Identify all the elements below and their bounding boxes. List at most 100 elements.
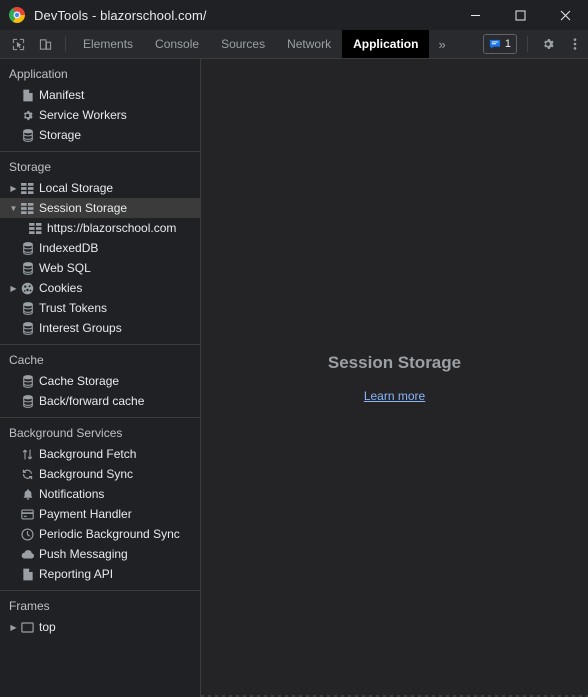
chrome-logo-icon xyxy=(9,7,25,23)
sidebar-section-title: Storage xyxy=(9,160,52,174)
database-icon xyxy=(19,394,36,408)
sidebar-item-label: Trust Tokens xyxy=(39,301,108,315)
tab-application[interactable]: Application xyxy=(342,30,430,58)
sidebar-item-https-blazorschool-com[interactable]: https://blazorschool.com xyxy=(0,218,200,238)
sidebar-item-top[interactable]: ▶ top xyxy=(0,617,200,637)
title-bar: DevTools - blazorschool.com/ xyxy=(0,0,588,30)
arrow-spacer xyxy=(8,530,19,539)
document-icon xyxy=(19,89,36,102)
database-icon xyxy=(19,321,36,335)
sidebar-item-background-sync[interactable]: Background Sync xyxy=(0,464,200,484)
database-icon xyxy=(19,241,36,255)
sidebar-item-payment-handler[interactable]: Payment Handler xyxy=(0,504,200,524)
table-grid-icon xyxy=(19,202,36,214)
sidebar-item-label: Payment Handler xyxy=(39,507,132,521)
sidebar-item-indexeddb[interactable]: IndexedDB xyxy=(0,238,200,258)
sidebar-item-label: Reporting API xyxy=(39,567,114,581)
sidebar-item-manifest[interactable]: Manifest xyxy=(0,85,200,105)
message-bubble-icon xyxy=(489,38,501,50)
arrow-spacer xyxy=(8,377,19,386)
arrow-spacer xyxy=(8,397,19,406)
sidebar-item-label: Web SQL xyxy=(39,261,91,275)
sidebar-item-label: https://blazorschool.com xyxy=(47,221,177,235)
database-icon xyxy=(19,374,36,388)
sidebar-item-storage[interactable]: Storage xyxy=(0,125,200,145)
database-icon xyxy=(19,301,36,315)
sidebar-item-push-messaging[interactable]: Push Messaging xyxy=(0,544,200,564)
sidebar-item-label: top xyxy=(39,620,56,634)
arrow-spacer xyxy=(8,570,19,579)
tab-console[interactable]: Console xyxy=(144,30,210,58)
sidebar-item-local-storage[interactable]: ▶ Local Storage xyxy=(0,178,200,198)
sidebar-item-notifications[interactable]: Notifications xyxy=(0,484,200,504)
sidebar-item-cache-storage[interactable]: Cache Storage xyxy=(0,371,200,391)
more-tabs-icon[interactable]: » xyxy=(429,30,454,58)
sidebar-item-reporting-api[interactable]: Reporting API xyxy=(0,564,200,584)
sidebar-item-trust-tokens[interactable]: Trust Tokens xyxy=(0,298,200,318)
panel-tabs: Elements Console Sources Network Applica… xyxy=(72,30,430,58)
sidebar-section-frames: Frames ▶ top xyxy=(0,591,200,643)
chevron-down-icon[interactable]: ▼ xyxy=(8,204,19,213)
sidebar-item-interest-groups[interactable]: Interest Groups xyxy=(0,318,200,338)
chevron-right-icon[interactable]: ▶ xyxy=(8,284,19,293)
sidebar-item-label: Background Fetch xyxy=(39,447,137,461)
kebab-menu-icon[interactable] xyxy=(561,30,588,58)
learn-more-link[interactable]: Learn more xyxy=(364,389,425,403)
cloud-icon xyxy=(19,549,36,560)
sidebar-item-periodic-background-sync[interactable]: Periodic Background Sync xyxy=(0,524,200,544)
arrow-spacer xyxy=(8,264,19,273)
tab-sources[interactable]: Sources xyxy=(210,30,276,58)
sidebar-section-title: Background Services xyxy=(9,426,123,440)
arrow-spacer xyxy=(8,244,19,253)
sidebar-item-label: Local Storage xyxy=(39,181,114,195)
sync-icon xyxy=(19,468,36,481)
gear-icon[interactable] xyxy=(534,30,561,58)
sidebar-item-session-storage[interactable]: ▼ Session Storage xyxy=(0,198,200,218)
sidebar-item-label: Interest Groups xyxy=(39,321,122,335)
arrow-spacer xyxy=(8,304,19,313)
chevron-right-icon[interactable]: ▶ xyxy=(8,623,19,632)
maximize-button[interactable] xyxy=(498,0,543,30)
tab-elements[interactable]: Elements xyxy=(72,30,144,58)
sidebar-section-title: Application xyxy=(9,67,68,81)
document-icon xyxy=(19,568,36,581)
sidebar-item-background-fetch[interactable]: Background Fetch xyxy=(0,444,200,464)
arrow-spacer xyxy=(8,550,19,559)
sidebar-item-web-sql[interactable]: Web SQL xyxy=(0,258,200,278)
sidebar-section-title: Cache xyxy=(9,353,44,367)
minimize-button[interactable] xyxy=(453,0,498,30)
chevron-right-icon[interactable]: ▶ xyxy=(8,184,19,193)
sidebar-item-label: Manifest xyxy=(39,88,85,102)
devtools-window: DevTools - blazorschool.com/ Elements Co… xyxy=(0,0,588,697)
main-panel: Session Storage Learn more xyxy=(201,59,588,697)
inspect-element-icon[interactable] xyxy=(5,30,32,58)
sidebar-item-service-workers[interactable]: Service Workers xyxy=(0,105,200,125)
cookie-icon xyxy=(19,282,36,295)
arrows-up-down-icon xyxy=(19,448,36,461)
sidebar-item-label: Cache Storage xyxy=(39,374,120,388)
sidebar-section-application: Application Manifest Service Workers Sto… xyxy=(0,59,200,152)
database-icon xyxy=(19,261,36,275)
sidebar-item-label: Background Sync xyxy=(39,467,134,481)
close-button[interactable] xyxy=(543,0,588,30)
sidebar-item-label: Storage xyxy=(39,128,82,142)
tab-network[interactable]: Network xyxy=(276,30,342,58)
sidebar-item-label: Session Storage xyxy=(39,201,128,215)
application-sidebar[interactable]: Application Manifest Service Workers Sto… xyxy=(0,59,201,697)
clock-icon xyxy=(19,527,36,541)
message-badge[interactable]: 1 xyxy=(482,34,517,54)
frame-icon xyxy=(19,621,36,633)
table-grid-icon xyxy=(27,222,44,234)
sidebar-section-title: Frames xyxy=(9,599,50,613)
sidebar-item-cookies[interactable]: ▶ Cookies xyxy=(0,278,200,298)
sidebar-item-label: Push Messaging xyxy=(39,547,128,561)
sidebar-item-label: Cookies xyxy=(39,281,83,295)
sidebar-item-back-forward-cache[interactable]: Back/forward cache xyxy=(0,391,200,411)
window-title: DevTools - blazorschool.com/ xyxy=(34,7,207,23)
message-count: 1 xyxy=(504,38,511,50)
arrow-spacer xyxy=(8,91,19,100)
devtools-toolbar: Elements Console Sources Network Applica… xyxy=(0,30,588,59)
device-toolbar-icon[interactable] xyxy=(32,30,59,58)
toolbar-divider-2 xyxy=(527,36,528,52)
credit-card-icon xyxy=(19,509,36,520)
